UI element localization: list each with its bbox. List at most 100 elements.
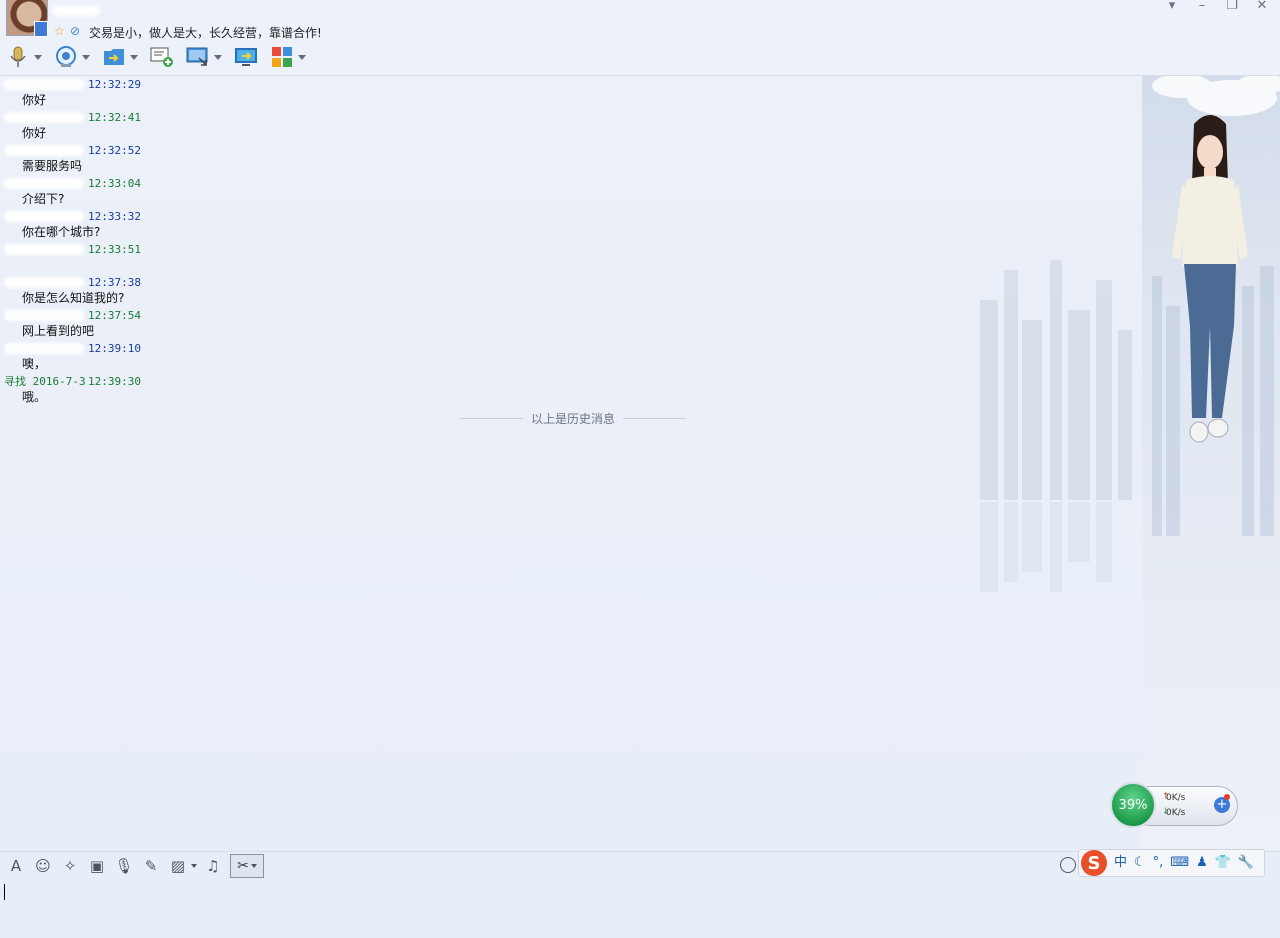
ime-toolbar: S 中 ☾ °, ⌨ ♟ 👕 🔧	[1078, 849, 1265, 877]
contact-name-redacted	[52, 6, 100, 16]
star-icon[interactable]: ☆	[54, 24, 65, 38]
dropdown-arrow-icon[interactable]: ▾	[1162, 0, 1182, 14]
chevron-down-icon[interactable]	[34, 54, 42, 60]
chat-header: ☆ ⊘ 交易是小，做人是大，长久经营，靠谱合作! ▾ – ❐ ✕	[0, 0, 1280, 76]
message-header: 12:37:38	[4, 276, 141, 290]
music-icon[interactable]: ♫	[202, 855, 224, 877]
keyboard-icon[interactable]: ⌨	[1170, 856, 1189, 870]
message-header: 12:33:04	[4, 177, 141, 191]
voice-call-button[interactable]	[6, 46, 42, 68]
minimize-icon[interactable]: –	[1192, 0, 1212, 14]
message-text: 你在哪个城市?	[22, 225, 101, 239]
remote-desktop-button[interactable]	[186, 46, 222, 68]
message-header: 12:32:52	[4, 144, 141, 158]
message-text: 噢，	[22, 357, 47, 371]
window-controls: ▾ – ❐ ✕	[1162, 0, 1272, 14]
download-speed: 0K/s	[1166, 808, 1186, 818]
chevron-down-icon[interactable]	[214, 54, 222, 60]
chevron-down-icon[interactable]	[191, 864, 197, 868]
restore-icon[interactable]: ❐	[1222, 0, 1242, 14]
message-time: 12:32:41	[88, 111, 141, 124]
share-screen-button[interactable]	[234, 46, 258, 68]
message-item: 12:32:52 需要服务吗	[0, 142, 1140, 175]
sender-name-redacted	[4, 310, 84, 321]
sender-name-redacted	[4, 178, 84, 189]
divider-line	[460, 418, 523, 419]
apps-icon	[270, 46, 294, 68]
message-time: 12:37:54	[88, 309, 141, 322]
user-icon[interactable]: ♟	[1196, 856, 1208, 870]
message-header: 12:32:41	[4, 111, 141, 125]
skin-icon[interactable]: 👕	[1215, 856, 1231, 870]
font-icon[interactable]: A	[5, 855, 27, 877]
divider-line	[623, 418, 687, 419]
message-text: 需要服务吗	[22, 159, 83, 173]
chinese-mode-icon[interactable]: 中	[1114, 856, 1127, 870]
message-header: 12:39:10	[4, 342, 141, 356]
message-time: 12:33:32	[88, 210, 141, 223]
create-discussion-button[interactable]	[150, 46, 174, 68]
screenshot-button[interactable]: ✂	[230, 854, 264, 878]
message-header: 12:33:32	[4, 210, 141, 224]
sender-name: 寻找 2016-7-3	[4, 375, 86, 388]
message-item: 12:33:04 介绍下?	[0, 175, 1140, 208]
chevron-down-icon[interactable]	[250, 864, 257, 868]
text-caret	[4, 884, 5, 900]
apps-button[interactable]	[270, 46, 306, 68]
qq-show-panel[interactable]	[1142, 76, 1280, 850]
memory-usage-badge[interactable]: 39%	[1110, 782, 1156, 828]
qzone-icon[interactable]: ⊘	[70, 24, 80, 38]
chat-toolbar	[6, 44, 318, 70]
sender-name-redacted	[4, 79, 84, 90]
avatar-figure	[1152, 76, 1280, 536]
remote-desktop-icon	[186, 46, 210, 68]
message-header: 12:33:51	[4, 243, 141, 257]
chat-window: ☆ ⊘ 交易是小，做人是大，长久经营，靠谱合作! ▾ – ❐ ✕ 12:32:2…	[0, 0, 1280, 938]
message-item: 12:32:41 你好	[0, 109, 1140, 142]
message-text: 网上看到的吧	[22, 324, 95, 338]
message-history-clock-icon[interactable]	[1060, 857, 1076, 873]
message-time: 12:33:04	[88, 177, 141, 190]
file-transfer-icon	[102, 46, 126, 68]
create-discussion-icon	[150, 46, 174, 68]
chevron-down-icon[interactable]	[298, 54, 306, 60]
close-icon[interactable]: ✕	[1252, 0, 1272, 14]
file-transfer-button[interactable]	[102, 46, 138, 68]
message-text: 你好	[22, 126, 47, 140]
message-header: 12:37:54	[4, 309, 141, 323]
sender-name-redacted	[4, 277, 84, 288]
message-header: 12:32:29	[4, 78, 141, 92]
moon-icon[interactable]: ☾	[1134, 856, 1146, 870]
message-text: 你好	[22, 93, 47, 107]
gif-icon[interactable]: ▣	[86, 855, 108, 877]
microphone-icon	[6, 46, 30, 68]
sender-name-redacted	[4, 112, 84, 123]
edit-icon[interactable]: ✎	[140, 855, 162, 877]
punctuation-icon[interactable]: °,	[1153, 856, 1164, 870]
message-input[interactable]	[0, 880, 1280, 938]
message-time: 12:37:38	[88, 276, 141, 289]
sender-name-redacted	[4, 211, 84, 222]
webcam-icon	[54, 46, 78, 68]
sender-name-redacted	[4, 244, 84, 255]
message-item: 12:33:32 你在哪个城市?	[0, 208, 1140, 241]
contact-signature: 交易是小，做人是大，长久经营，靠谱合作!	[89, 26, 322, 40]
video-call-button[interactable]	[54, 46, 90, 68]
emoji-icon[interactable]: ☺	[32, 855, 54, 877]
message-time: 12:32:29	[88, 78, 141, 91]
settings-wrench-icon[interactable]: 🔧	[1238, 856, 1254, 870]
share-screen-icon	[234, 46, 258, 68]
chevron-down-icon[interactable]	[82, 54, 90, 60]
network-speed-widget[interactable]: 39% ↑ 0K/s ↓ 0K/s +	[1110, 782, 1238, 828]
magic-wand-icon[interactable]: ✧	[59, 855, 81, 877]
sogou-logo-icon[interactable]: S	[1081, 850, 1107, 876]
message-time: 12:33:51	[88, 243, 141, 256]
chevron-down-icon[interactable]	[130, 54, 138, 60]
image-icon[interactable]: ▨	[167, 855, 189, 877]
notification-dot	[1224, 794, 1230, 800]
history-divider: 以上是历史消息	[460, 410, 687, 427]
message-item: 12:32:29 你好	[0, 76, 1140, 109]
history-divider-label: 以上是历史消息	[531, 412, 616, 426]
sender-name-redacted	[4, 343, 84, 354]
voice-message-icon[interactable]: 🎙	[113, 855, 135, 877]
